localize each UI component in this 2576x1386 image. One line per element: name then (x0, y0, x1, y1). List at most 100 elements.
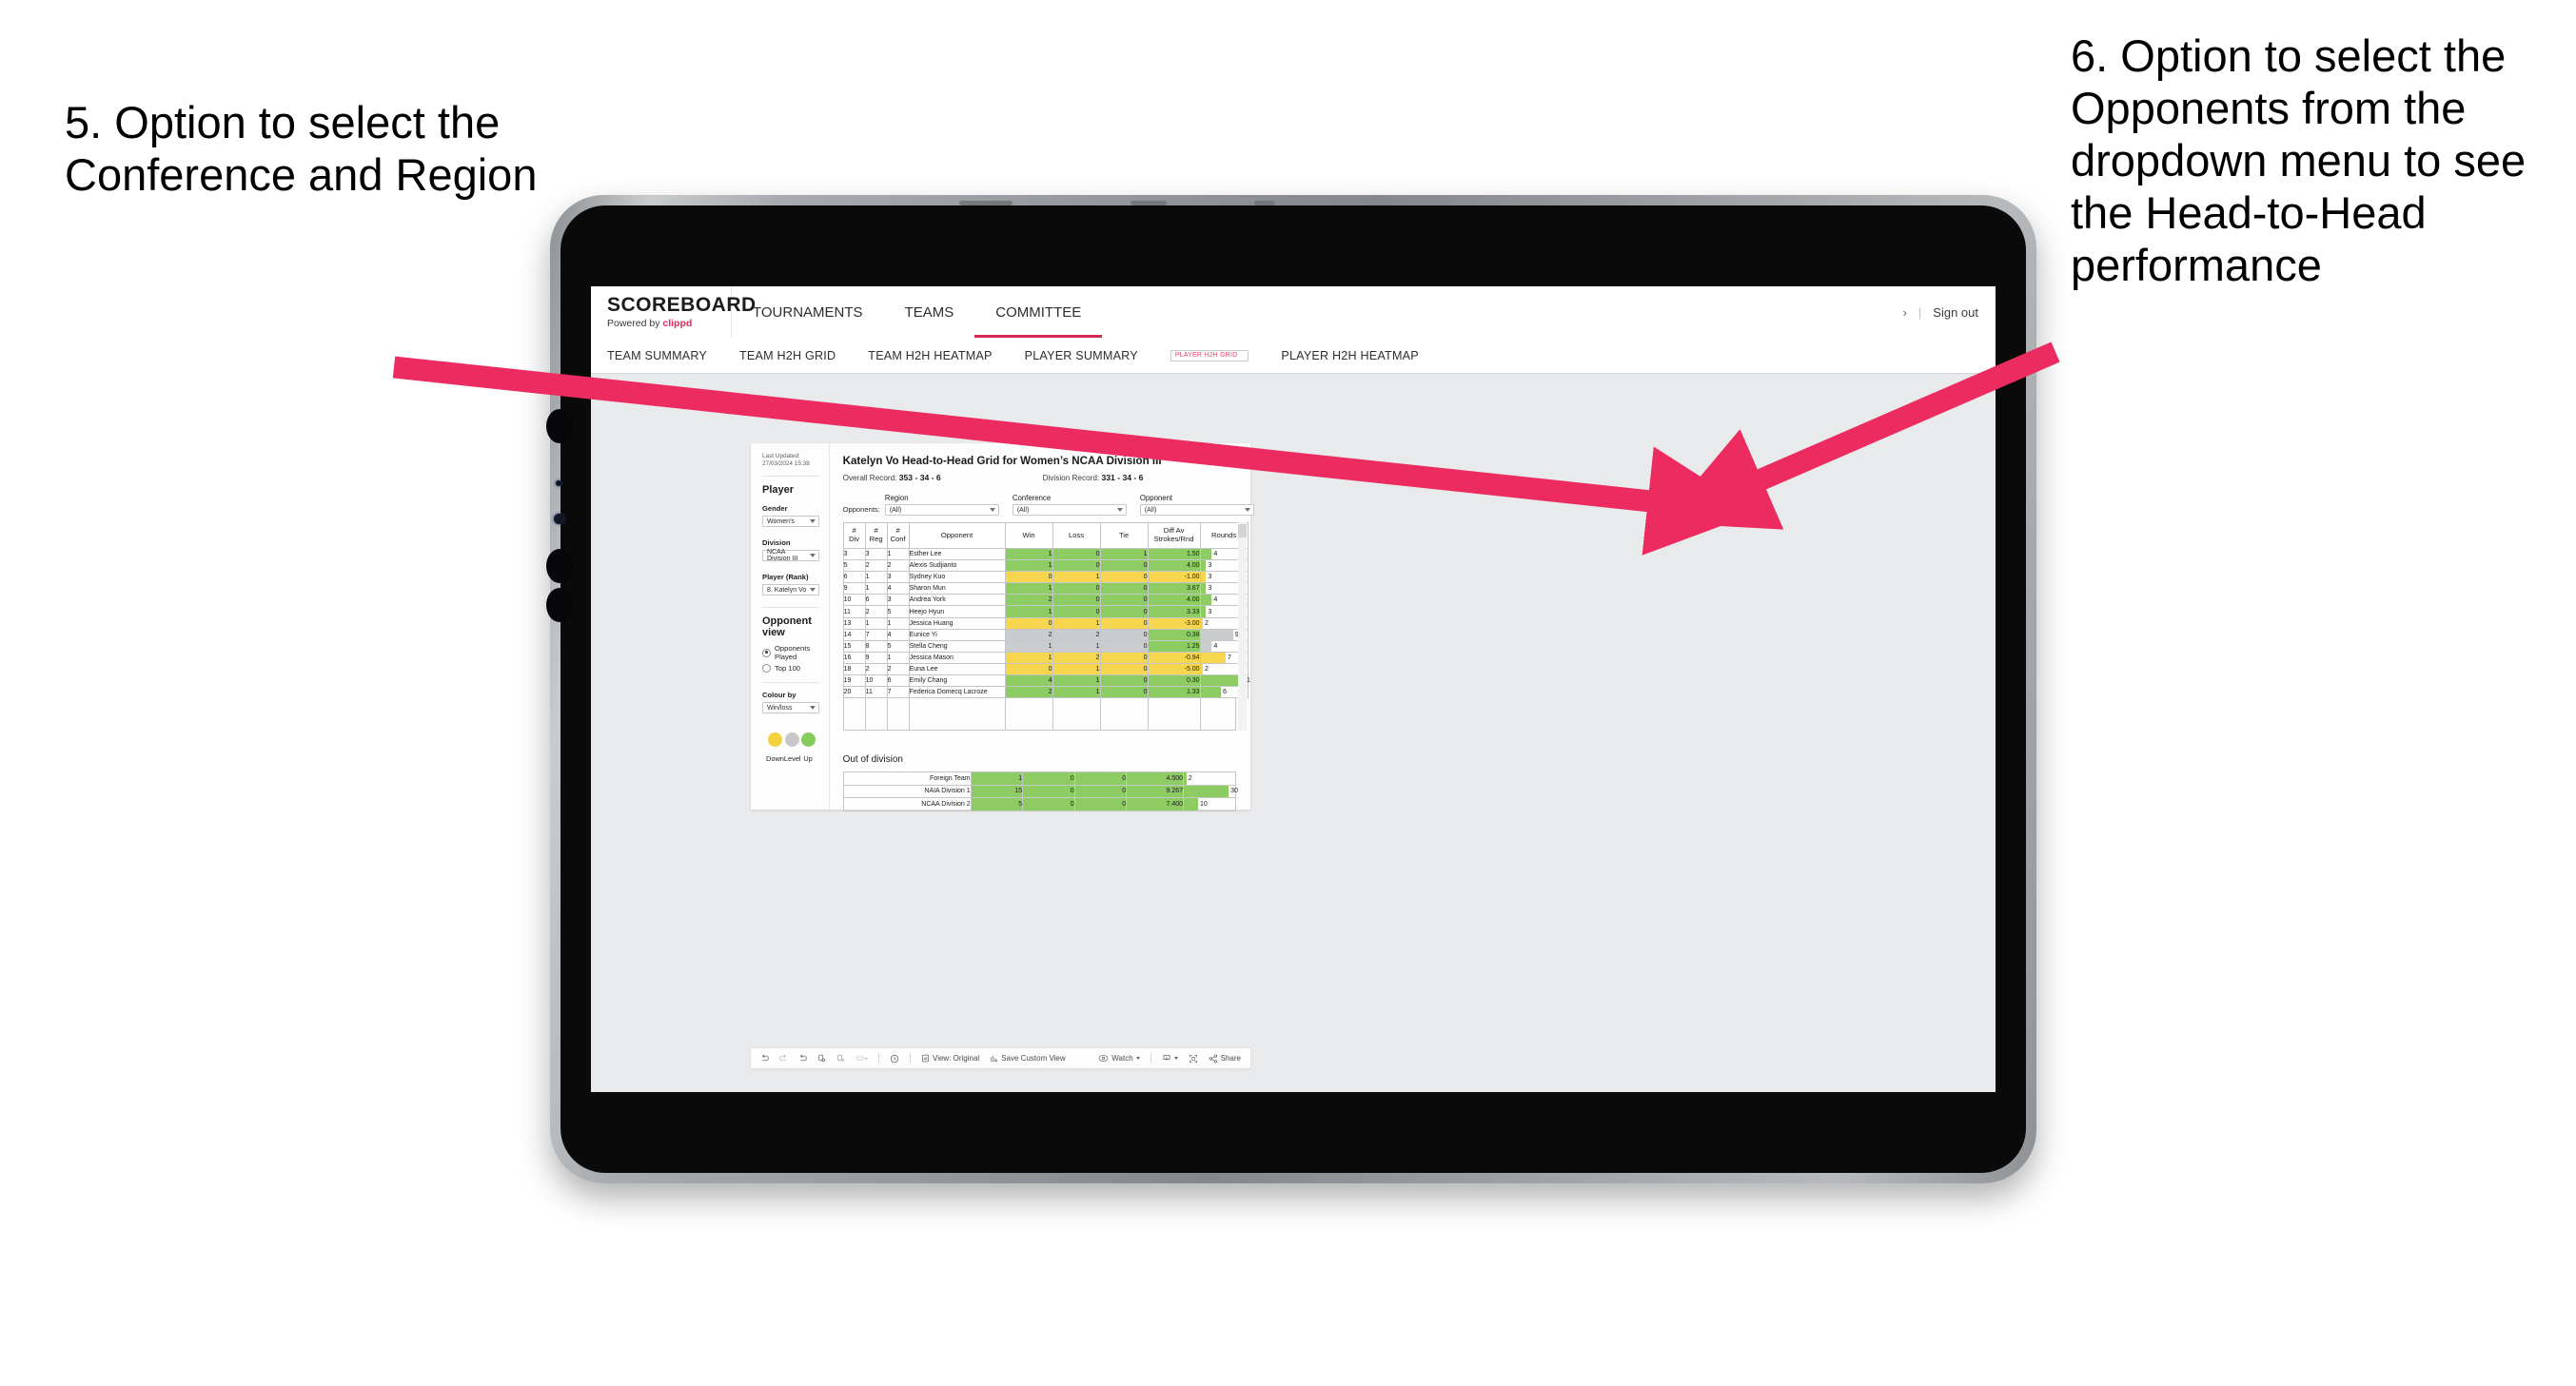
cell-reg: 1 (864, 582, 888, 595)
cell-reg: 1 (864, 571, 888, 584)
division-field: Division NCAA Division III (762, 538, 819, 562)
nav-tournaments[interactable]: TOURNAMENTS (732, 286, 884, 338)
chevron-right-icon[interactable]: › (1903, 305, 1907, 320)
overall-record-label: Overall Record: (842, 474, 897, 482)
highlight-button[interactable] (855, 1054, 868, 1063)
cell-loss: 0 (1052, 547, 1101, 561)
col-tie[interactable]: Tie (1099, 522, 1149, 549)
scrollbar-thumb[interactable] (1237, 524, 1247, 537)
cell-win: 1 (1004, 559, 1053, 573)
colour-by-select[interactable]: Win/loss (762, 702, 819, 713)
col-loss[interactable]: Loss (1052, 522, 1101, 549)
tab-team-summary[interactable]: TEAM SUMMARY (607, 349, 707, 362)
col-conf[interactable]: # Conf (886, 522, 910, 549)
refresh-data-button[interactable] (817, 1054, 826, 1063)
save-custom-view-button[interactable]: Save Custom View (990, 1054, 1066, 1063)
out-of-division-row[interactable]: NAIA Division 1 15 0 0 9.267 30 (842, 784, 1238, 799)
volume-up-button[interactable] (546, 409, 573, 443)
table-row[interactable]: 9 1 4 Sharon Mun 1 0 0 3.67 3 (842, 582, 1249, 595)
cell-win: 0 (1004, 616, 1053, 630)
grid-header: # Div # Reg # Conf Opponent Win Loss Tie… (842, 522, 1249, 549)
colour-by-value: Win/loss (767, 704, 793, 712)
annotation-left: 5. Option to select the Conference and R… (65, 97, 538, 200)
cell-win: 2 (1004, 594, 1053, 607)
col-win[interactable]: Win (1004, 522, 1053, 549)
power-button[interactable] (546, 588, 573, 622)
gender-value: Women’s (767, 517, 795, 525)
volume-down-button[interactable] (546, 549, 573, 583)
cell-div: 16 (842, 651, 866, 664)
table-row[interactable]: 20 11 7 Federica Domecq Lacroze 2 1 0 1.33 6 (842, 686, 1249, 699)
watch-button[interactable]: Watch (1098, 1054, 1140, 1063)
table-row[interactable]: 13 1 1 Jessica Huang 0 1 0 -3.00 2 (842, 616, 1249, 630)
table-row[interactable]: 3 3 1 Esther Lee 1 0 1 1.50 4 (842, 547, 1249, 561)
grid-vertical-scrollbar[interactable] (1237, 522, 1247, 732)
table-row[interactable]: 10 6 3 Andrea York 2 0 0 4.00 4 (842, 594, 1249, 607)
cell-diff: 7.400 (1126, 797, 1185, 811)
table-row[interactable]: 19 10 6 Emily Chang 4 1 0 0.30 11 (842, 674, 1250, 688)
brand-logo[interactable]: SCOREBOARD Powered by clippd (591, 286, 756, 338)
out-of-division-row[interactable]: NCAA Division 2 5 0 0 7.400 10 (842, 797, 1236, 811)
rounds-bar (1200, 549, 1212, 560)
radio-top-100[interactable]: Top 100 (762, 664, 819, 673)
rounds-bar (1184, 798, 1199, 810)
cell-div: 15 (842, 639, 866, 653)
download-button[interactable] (1162, 1054, 1178, 1063)
header-right: › | Sign out (1903, 286, 1996, 338)
cell-diff: -1.00 (1147, 571, 1201, 584)
radio-opponents-played[interactable]: Opponents Played (762, 644, 819, 661)
cell-conf: 5 (886, 639, 910, 653)
table-row[interactable]: 1474Eunice Yi2200.389 (842, 628, 1249, 641)
cell-rounds: 10 (1183, 797, 1236, 811)
revert-button[interactable] (798, 1054, 807, 1063)
cell-div: 18 (842, 662, 866, 676)
pause-auto-update-icon[interactable] (890, 1054, 899, 1064)
tab-team-h2h-heatmap[interactable]: TEAM H2H HEATMAP (868, 349, 992, 362)
pause-updates-button[interactable] (836, 1054, 845, 1063)
table-row[interactable]: 16 9 1 Jessica Mason 1 2 0 -0.94 7 (842, 651, 1249, 664)
out-of-division-row[interactable]: Foreign Team 1 0 0 4.500 2 (842, 771, 1236, 786)
col-diff[interactable]: Diff Av Strokes/Rnd (1147, 522, 1201, 549)
gender-select[interactable]: Women’s (762, 516, 819, 527)
share-button[interactable]: Share (1209, 1053, 1241, 1064)
fullscreen-button[interactable] (1189, 1054, 1198, 1064)
cell-reg: 7 (864, 628, 888, 641)
col-opponent[interactable]: Opponent (908, 522, 1006, 549)
nav-teams[interactable]: TEAMS (884, 286, 975, 338)
undo-button[interactable] (760, 1054, 769, 1063)
division-select[interactable]: NCAA Division III (762, 549, 819, 562)
region-select[interactable]: (All) (884, 504, 999, 516)
rounds-bar (1200, 640, 1212, 652)
redo-button[interactable] (779, 1054, 788, 1063)
table-row[interactable]: 11 2 5 Heejo Hyun 1 0 0 3.33 3 (842, 605, 1249, 618)
view-original-button[interactable]: View: Original (921, 1054, 979, 1063)
cell-reg: 9 (864, 651, 888, 664)
cell-diff: 1.50 (1147, 547, 1201, 561)
nav-committee[interactable]: COMMITTEE (974, 286, 1103, 338)
divider (762, 682, 819, 683)
table-row[interactable]: 5 2 2 Alexis Sudjianto 1 0 0 4.00 3 (842, 559, 1249, 573)
tablet-screen: SCOREBOARD Powered by clippd TOURNAMENTS… (591, 286, 1996, 1092)
tab-team-h2h-grid[interactable]: TEAM H2H GRID (739, 349, 836, 362)
tab-player-summary[interactable]: PLAYER SUMMARY (1025, 349, 1138, 362)
tab-player-h2h-grid[interactable]: PLAYER H2H GRID (1170, 349, 1249, 361)
table-row[interactable]: 18 2 2 Euna Lee 0 1 0 -5.00 2 (842, 662, 1249, 676)
opponent-select[interactable]: (All) (1139, 504, 1254, 516)
col-reg[interactable]: # Reg (864, 522, 888, 549)
cell-diff: -5.00 (1147, 662, 1201, 676)
cell-div: 10 (842, 594, 866, 607)
col-div[interactable]: # Div (842, 522, 866, 549)
opponent-view-label: Opponent view (762, 615, 812, 638)
cell-diff: 0.30 (1147, 674, 1201, 688)
cell-win: 5 (970, 797, 1024, 811)
cell-loss: 1 (1052, 571, 1101, 584)
conference-select[interactable]: (All) (1012, 504, 1127, 516)
cell-reg: 1 (864, 616, 888, 630)
sign-out-button[interactable]: Sign out (1933, 305, 1978, 320)
table-row[interactable]: 6 1 3 Sydney Kuo 0 1 0 -1.00 3 (842, 571, 1249, 584)
player-rank-field: Player (Rank) 8. Katelyn Vo (762, 573, 819, 595)
table-row[interactable]: 15 8 5 Stella Cheng 1 1 0 1.25 4 (842, 639, 1249, 653)
viz-toolbar: View: Original Save Custom View Watch Sh… (751, 1047, 1250, 1068)
player-rank-select[interactable]: 8. Katelyn Vo (762, 584, 819, 595)
tab-player-h2h-heatmap[interactable]: PLAYER H2H HEATMAP (1281, 349, 1419, 362)
